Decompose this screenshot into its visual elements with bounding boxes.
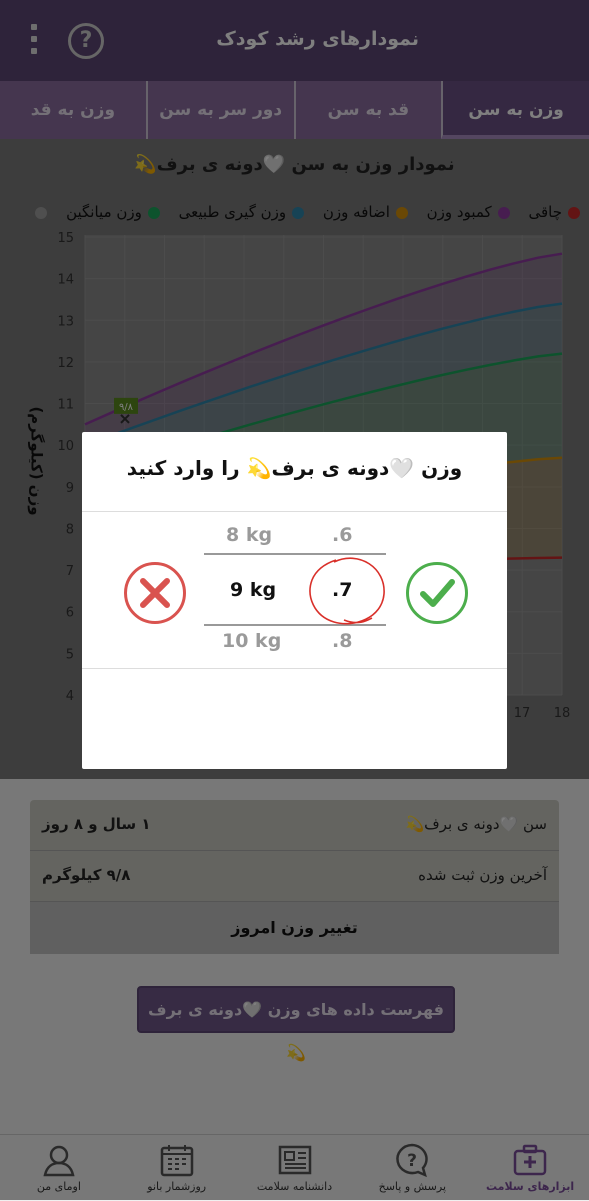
decimal-option-next[interactable]: .8	[332, 630, 352, 652]
kg-option-prev[interactable]: 8 kg	[226, 524, 272, 546]
handdrawn-circle-annotation	[309, 557, 385, 625]
dialog-title: وزن 🤍دونه ی برف💫 را وارد کنید	[126, 456, 463, 480]
decimal-option-prev[interactable]: .6	[332, 524, 352, 546]
weight-entry-dialog: وزن 🤍دونه ی برف💫 را وارد کنید 8 kg .6 9 …	[82, 432, 507, 769]
dialog-divider-top	[82, 511, 507, 512]
confirm-button[interactable]	[406, 562, 468, 624]
dialog-divider-bottom	[82, 668, 507, 669]
cancel-button[interactable]	[124, 562, 186, 624]
kg-option-selected[interactable]: 9 kg	[230, 579, 276, 601]
kg-option-next[interactable]: 10 kg	[222, 630, 281, 652]
check-circle-icon	[420, 579, 455, 607]
close-circle-icon	[140, 578, 170, 608]
weight-picker[interactable]: 8 kg .6 9 kg .7 10 kg .8	[204, 516, 386, 656]
